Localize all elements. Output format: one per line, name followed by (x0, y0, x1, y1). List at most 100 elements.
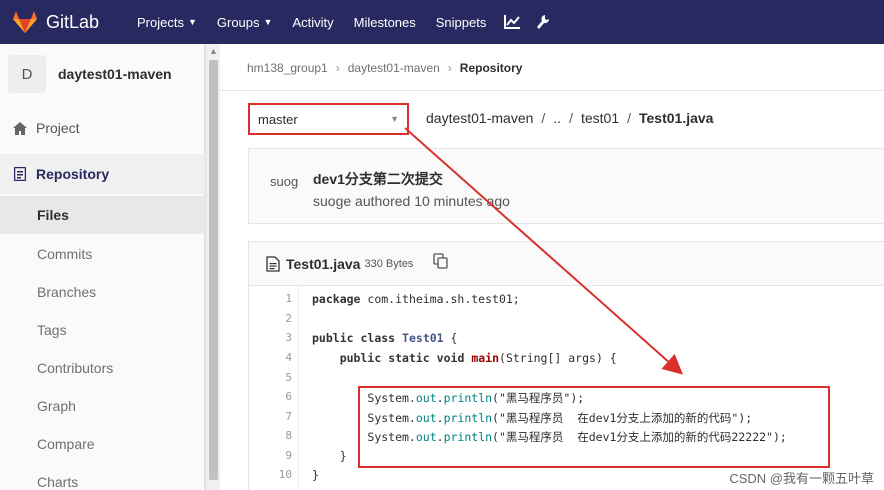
scrollbar-thumb[interactable] (209, 60, 218, 480)
line-number[interactable]: 7 (249, 410, 292, 423)
sidebar-subitem-label: Commits (37, 246, 93, 262)
gitlab-logo-icon (13, 11, 37, 33)
sidebar-subitem-compare[interactable]: Compare (0, 425, 205, 463)
file-text-icon (266, 255, 280, 272)
branch-select-value: master (258, 111, 298, 127)
sidebar-subitem-label: Tags (37, 322, 67, 338)
project-name: daytest01-maven (58, 66, 172, 82)
sidebar-scrollbar[interactable]: ▲ (205, 44, 220, 490)
chevron-down-icon: ▼ (390, 114, 399, 124)
home-icon (12, 120, 28, 136)
avatar[interactable]: suoge (270, 174, 298, 189)
code-text: (String[] args) { (499, 351, 617, 365)
line-number[interactable]: 3 (249, 331, 292, 344)
chevron-down-icon: ▼ (263, 17, 273, 27)
commit-meta: suoge authored 10 minutes ago (313, 193, 510, 209)
line-number[interactable]: 2 (249, 312, 292, 325)
breadcrumb-current[interactable]: Repository (460, 61, 523, 75)
divider (220, 90, 884, 91)
sidebar-subitem-label: Contributors (37, 360, 114, 376)
gitlab-home-link[interactable]: GitLab (12, 10, 127, 34)
code-keyword: static (388, 351, 430, 365)
wrench-icon[interactable] (528, 0, 558, 44)
sidebar: D daytest01-maven Project Repository Fil… (0, 44, 205, 490)
path-root[interactable]: daytest01-maven (426, 110, 533, 126)
code-text: com.itheima.sh.test01; (367, 292, 520, 306)
nav-groups[interactable]: Groups ▼ (207, 0, 283, 44)
sidebar-item-label: Project (36, 120, 80, 136)
code-text: } (339, 449, 347, 463)
code-keyword: class (360, 331, 396, 345)
breadcrumb-group[interactable]: hm138_group1 (247, 61, 328, 75)
sidebar-subitem-label: Graph (37, 398, 76, 414)
nav-milestones-label: Milestones (353, 14, 416, 30)
nav-snippets[interactable]: Snippets (426, 0, 497, 44)
breadcrumb-separator-icon: › (447, 61, 452, 75)
nav-activity-label: Activity (292, 14, 334, 30)
code-class-name: Test01 (402, 331, 444, 345)
line-number[interactable]: 4 (249, 351, 292, 364)
path-dir[interactable]: test01 (581, 110, 619, 126)
sidebar-subitem-branches[interactable]: Branches (0, 273, 205, 311)
line-number[interactable]: 1 (249, 292, 292, 305)
sidebar-subitem-contributors[interactable]: Contributors (0, 349, 205, 387)
breadcrumb-project[interactable]: daytest01-maven (348, 61, 440, 75)
sidebar-subitem-label: Compare (37, 436, 95, 452)
nav-groups-label: Groups (216, 14, 260, 30)
breadcrumb: hm138_group1 › daytest01-maven › Reposit… (247, 61, 522, 75)
code-line: package com.itheima.sh.test01; (312, 292, 520, 306)
sidebar-item-label: Repository (36, 166, 110, 182)
sidebar-subitem-label: Charts (37, 474, 79, 490)
sidebar-item-project[interactable]: Project (0, 110, 205, 146)
commit-title[interactable]: dev1分支第二次提交 (313, 169, 443, 189)
annotation-highlight-box (358, 386, 830, 468)
path-up[interactable]: .. (553, 110, 561, 126)
scroll-up-arrow-icon[interactable]: ▲ (209, 46, 218, 56)
sidebar-subitem-tags[interactable]: Tags (0, 311, 205, 349)
sidebar-subitem-commits[interactable]: Commits (0, 235, 205, 273)
branch-select[interactable]: master ▼ (248, 103, 409, 135)
chevron-down-icon: ▼ (187, 17, 197, 27)
code-line: } (312, 468, 319, 482)
nav-milestones[interactable]: Milestones (344, 0, 426, 44)
code-line: public class Test01 { (312, 331, 457, 345)
file-path: daytest01-maven / .. / test01 / Test01.j… (426, 110, 713, 126)
nav-projects-label: Projects (137, 14, 184, 30)
code-line: public static void main(String[] args) { (312, 351, 617, 365)
line-gutter: 1 2 3 4 5 6 7 8 9 10 (249, 286, 299, 490)
sidebar-subitem-label: Files (37, 207, 69, 223)
file-size: 330 Bytes (364, 257, 414, 270)
nav-projects[interactable]: Projects ▼ (127, 0, 207, 44)
path-separator: / (569, 110, 573, 126)
sidebar-subitem-graph[interactable]: Graph (0, 387, 205, 425)
project-avatar: D (8, 55, 46, 93)
file-header: Test01.java 330 Bytes (249, 242, 884, 286)
file-name: Test01.java (286, 255, 361, 272)
line-number[interactable]: 9 (249, 449, 292, 462)
sidebar-subitem-files[interactable]: Files (0, 196, 205, 234)
sidebar-project-header[interactable]: D daytest01-maven (0, 44, 204, 104)
line-number[interactable]: 10 (249, 468, 292, 481)
line-number[interactable]: 6 (249, 390, 292, 403)
sidebar-subitem-label: Branches (37, 284, 97, 300)
code-keyword: package (312, 292, 361, 306)
path-separator: / (627, 110, 631, 126)
chart-icon[interactable] (496, 0, 528, 44)
nav-activity[interactable]: Activity (282, 0, 343, 44)
watermark: CSDN @我有一颗五叶草 (729, 471, 874, 486)
path-separator: / (541, 110, 546, 126)
brand-name: GitLab (46, 11, 100, 32)
breadcrumb-separator-icon: › (335, 61, 340, 75)
last-commit: suoge dev1分支第二次提交 suoge authored 10 minu… (248, 148, 884, 224)
sidebar-item-repository[interactable]: Repository (0, 154, 205, 194)
copy-icon[interactable] (433, 252, 449, 269)
code-keyword: public (339, 351, 382, 365)
line-number[interactable]: 5 (249, 371, 292, 384)
code-text: { (450, 331, 458, 345)
line-number[interactable]: 8 (249, 429, 292, 442)
code-text: } (312, 468, 319, 482)
top-navbar: GitLab Projects ▼ Groups ▼ Activity Milest… (0, 0, 884, 44)
sidebar-subitem-charts[interactable]: Charts (0, 463, 205, 490)
code-keyword: void (436, 351, 465, 365)
document-icon (12, 166, 28, 182)
